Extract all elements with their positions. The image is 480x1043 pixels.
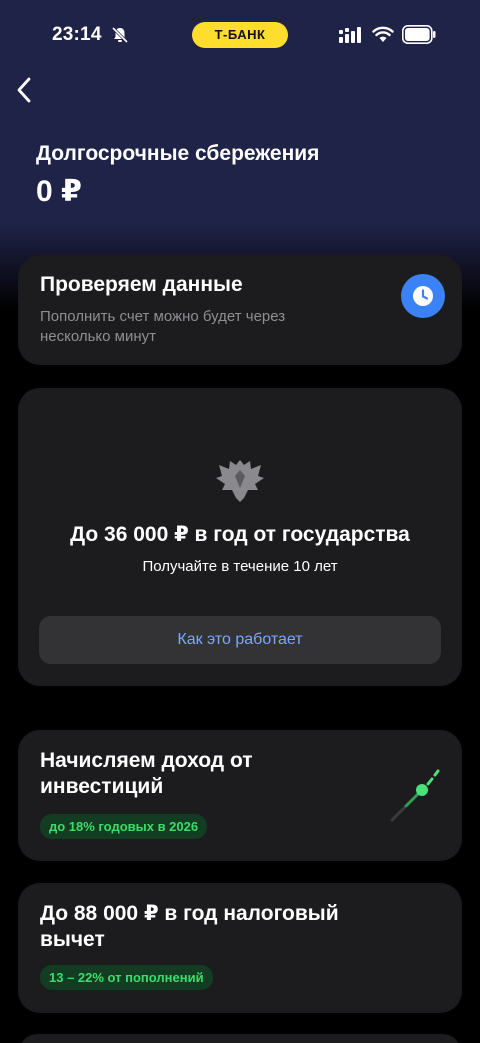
- signal-icon: [339, 27, 361, 43]
- investment-yield-badge: до 18% годовых в 2026: [40, 814, 208, 839]
- investment-card-title: Начисляем доход от инвестиций: [40, 749, 253, 798]
- balance-amount: 0 ₽: [36, 175, 82, 208]
- status-card-title: Проверяем данные: [40, 273, 243, 296]
- chevron-left-icon: [17, 77, 31, 103]
- emblem-icon: [216, 460, 264, 502]
- back-button[interactable]: [6, 72, 42, 108]
- next-card-partial: [18, 1034, 462, 1043]
- investment-income-card[interactable]: Начисляем доход от инвестиций до 18% год…: [18, 730, 462, 861]
- tax-deduction-badge: 13 – 22% от пополнений: [40, 965, 213, 990]
- battery-icon: [402, 25, 436, 44]
- status-card-description: Пополнить счет можно будет через несколь…: [40, 308, 286, 345]
- wifi-icon: [372, 26, 394, 42]
- status-time: 23:14: [52, 24, 102, 45]
- bell-slash-icon: [111, 26, 129, 44]
- status-card[interactable]: Проверяем данные Пополнить счет можно бу…: [18, 255, 462, 365]
- tax-card-title: До 88 000 ₽ в год налоговый вычет: [40, 902, 339, 951]
- government-card-subtitle: Получайте в течение 10 лет: [142, 558, 338, 575]
- clock-badge: [401, 274, 445, 318]
- page-title: Долгосрочные сбережения: [36, 142, 320, 165]
- tax-deduction-card[interactable]: До 88 000 ₽ в год налоговый вычет 13 – 2…: [18, 883, 462, 1013]
- government-card-title: До 36 000 ₽ в год от государства: [70, 523, 410, 546]
- status-bar: 23:14 Т-БАНК: [0, 0, 480, 70]
- carrier-badge: Т-БАНК: [192, 22, 288, 48]
- clock-icon: [413, 286, 433, 306]
- government-support-card: До 36 000 ₽ в год от государства Получай…: [18, 388, 462, 686]
- how-it-works-button[interactable]: Как это работает: [39, 616, 441, 664]
- growth-icon: [390, 769, 440, 822]
